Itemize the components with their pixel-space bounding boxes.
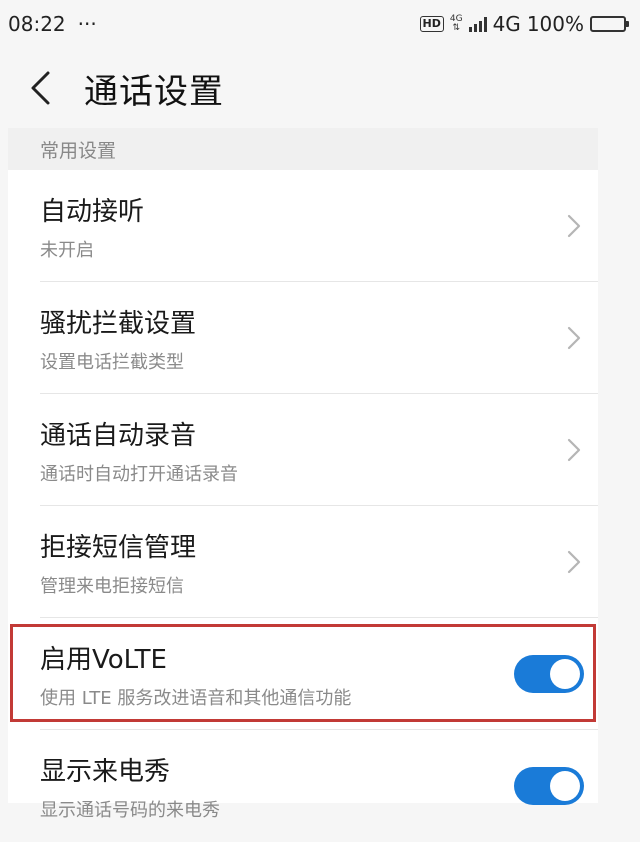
data-arrows-icon: ⇅ — [452, 23, 460, 33]
volte-toggle[interactable] — [514, 655, 584, 693]
setting-subtitle: 通话时自动打开通话录音 — [40, 463, 238, 485]
hd-icon: HD — [419, 16, 444, 32]
setting-title: 骚扰拦截设置 — [40, 308, 197, 339]
chevron-right-icon — [567, 214, 581, 238]
setting-volte[interactable]: 启用VoLTE 使用 LTE 服务改进语音和其他通信功能 — [8, 618, 598, 730]
setting-harassment-block[interactable]: 骚扰拦截设置 设置电话拦截类型 — [8, 282, 598, 394]
notification-dots: ··· — [77, 12, 97, 36]
caller-show-toggle[interactable] — [514, 767, 584, 805]
setting-title: 通话自动录音 — [40, 420, 197, 451]
network-label: 4G — [492, 12, 521, 36]
setting-auto-record[interactable]: 通话自动录音 通话时自动打开通话录音 — [8, 394, 598, 506]
page-title: 通话设置 — [84, 71, 224, 112]
status-right: HD 4G ⇅ 4G 100% — [419, 12, 629, 36]
setting-subtitle: 使用 LTE 服务改进语音和其他通信功能 — [40, 687, 352, 709]
toggle-knob — [550, 659, 580, 689]
setting-subtitle: 设置电话拦截类型 — [40, 351, 184, 373]
battery-label: 100% — [526, 12, 584, 36]
battery-icon — [590, 16, 629, 32]
toggle-knob — [550, 771, 580, 801]
setting-auto-answer[interactable]: 自动接听 未开启 — [8, 170, 598, 282]
chevron-right-icon — [567, 326, 581, 350]
chevron-right-icon — [567, 438, 581, 462]
setting-title: 自动接听 — [40, 196, 145, 227]
network-small-icon: 4G ⇅ — [450, 15, 463, 33]
status-bar: 08:22 ··· HD 4G ⇅ 4G 100% — [0, 0, 640, 48]
setting-title: 拒接短信管理 — [40, 532, 197, 563]
setting-reject-sms[interactable]: 拒接短信管理 管理来电拒接短信 — [8, 506, 598, 618]
setting-subtitle: 未开启 — [40, 239, 94, 261]
back-button[interactable] — [16, 64, 64, 112]
status-left: 08:22 ··· — [8, 12, 97, 36]
setting-subtitle: 管理来电拒接短信 — [40, 575, 184, 597]
section-header: 常用设置 — [8, 128, 598, 170]
chevron-right-icon — [567, 550, 581, 574]
title-bar: 通话设置 — [0, 48, 640, 128]
status-time: 08:22 — [8, 12, 66, 36]
signal-icon — [468, 16, 487, 32]
chevron-left-icon — [31, 71, 50, 105]
settings-list: 常用设置 自动接听 未开启 骚扰拦截设置 设置电话拦截类型 通话自动录音 通话时… — [8, 128, 598, 821]
setting-subtitle: 显示通话号码的来电秀 — [40, 799, 220, 821]
setting-caller-show[interactable]: 显示来电秀 显示通话号码的来电秀 — [8, 730, 598, 842]
